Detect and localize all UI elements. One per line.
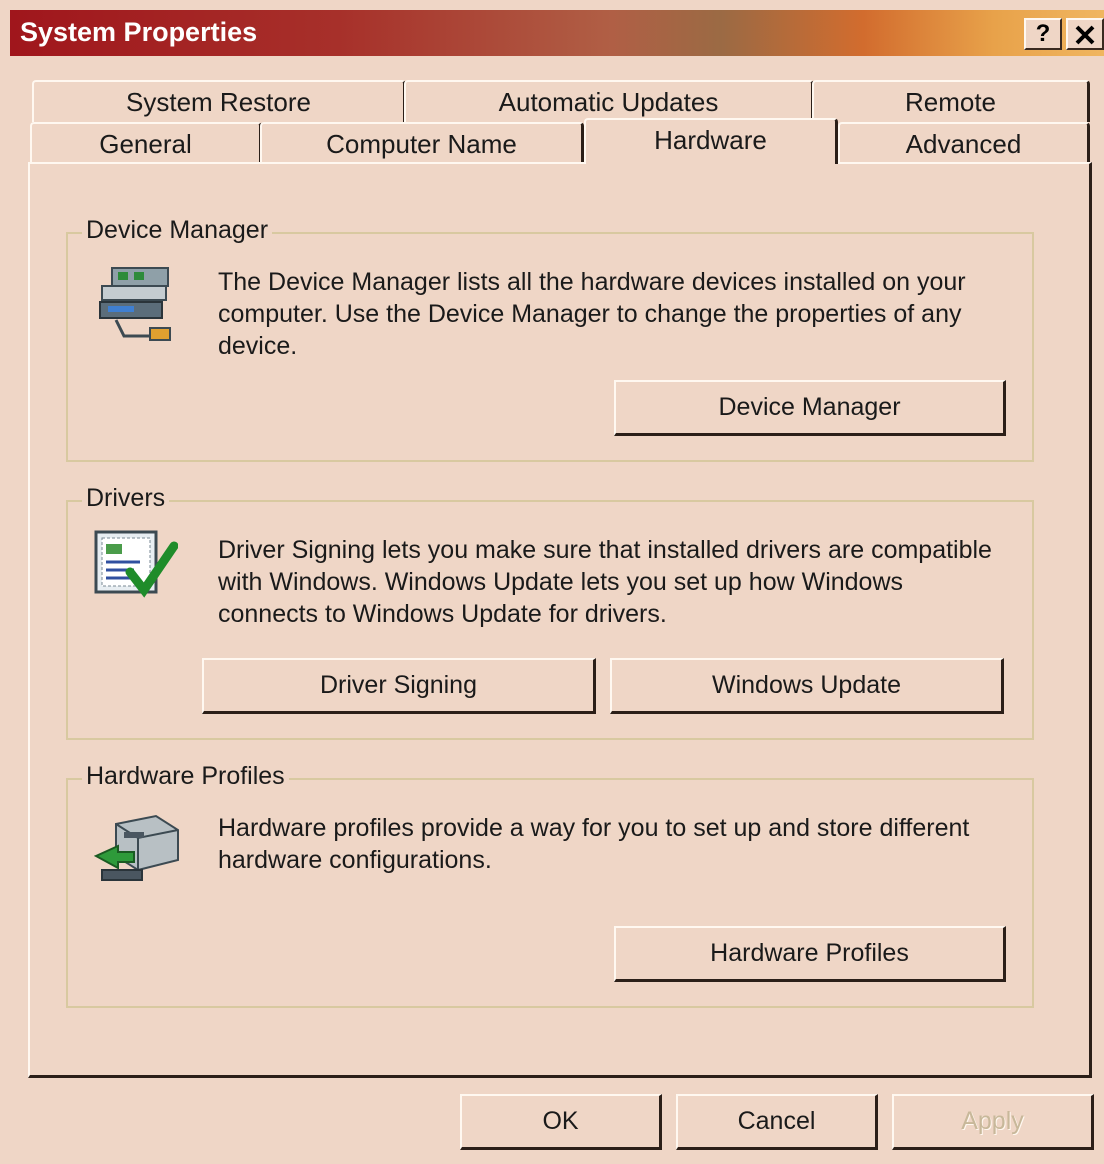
driver-signing-icon bbox=[94, 530, 178, 598]
drivers-group-title: Drivers bbox=[82, 484, 170, 513]
windows-update-button[interactable]: Windows Update bbox=[610, 658, 1004, 714]
hardware-profiles-icon bbox=[94, 814, 179, 881]
drivers-description: Driver Signing lets you make sure that i… bbox=[218, 536, 992, 628]
tab-general[interactable]: General bbox=[30, 122, 262, 164]
hardware-profiles-group-title: Hardware Profiles bbox=[82, 762, 289, 791]
tab-automatic-updates[interactable]: Automatic Updates bbox=[404, 80, 814, 122]
tab-system-restore[interactable]: System Restore bbox=[32, 80, 406, 122]
cancel-button[interactable]: Cancel bbox=[676, 1094, 878, 1150]
hardware-profiles-group: Hardware Profiles Hardware profiles prov… bbox=[66, 762, 1034, 1008]
window-title: System Properties bbox=[20, 17, 258, 47]
system-properties-window: System Properties ? System Restore Autom… bbox=[0, 0, 1104, 1164]
help-button[interactable]: ? bbox=[1024, 18, 1062, 50]
tab-advanced[interactable]: Advanced bbox=[838, 122, 1090, 164]
close-icon bbox=[1075, 25, 1095, 45]
tab-hardware[interactable]: Hardware bbox=[584, 118, 838, 164]
hardware-tab-page: Device Manager The Device Manager lists … bbox=[28, 162, 1092, 1078]
device-manager-description: The Device Manager lists all the hardwar… bbox=[218, 268, 966, 360]
device-manager-group: Device Manager The Device Manager lists … bbox=[66, 216, 1034, 462]
device-manager-icon bbox=[99, 267, 171, 341]
ok-button[interactable]: OK bbox=[460, 1094, 662, 1150]
title-bar[interactable]: System Properties ? bbox=[10, 10, 1104, 56]
tab-remote[interactable]: Remote bbox=[812, 80, 1090, 122]
hardware-profiles-button[interactable]: Hardware Profiles bbox=[614, 926, 1006, 982]
tab-computer-name[interactable]: Computer Name bbox=[260, 122, 584, 164]
close-button[interactable] bbox=[1066, 18, 1104, 50]
device-manager-button[interactable]: Device Manager bbox=[614, 380, 1006, 436]
driver-signing-button[interactable]: Driver Signing bbox=[202, 658, 596, 714]
device-manager-group-title: Device Manager bbox=[82, 216, 273, 245]
drivers-group: Drivers Driver Signing lets you make sur… bbox=[66, 484, 1034, 740]
apply-button[interactable]: Apply bbox=[892, 1094, 1094, 1150]
hardware-profiles-description: Hardware profiles provide a way for you … bbox=[218, 814, 970, 874]
